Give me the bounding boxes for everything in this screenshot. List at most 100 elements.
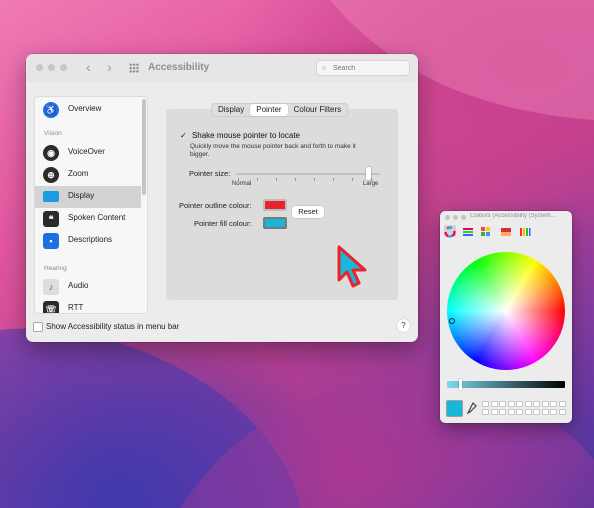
saved-colour-cell[interactable]	[507, 409, 515, 415]
saved-colour-cell[interactable]	[533, 409, 540, 415]
slider-tick	[314, 178, 315, 181]
minimize-window-button[interactable]	[453, 215, 458, 220]
saved-colour-cell[interactable]	[533, 401, 540, 407]
saved-colour-cell[interactable]	[550, 409, 557, 415]
minimize-window-button[interactable]	[48, 64, 55, 71]
close-window-button[interactable]	[445, 215, 450, 220]
pencils-icon[interactable]	[519, 225, 531, 237]
colour-wheel-selector[interactable]	[449, 318, 455, 324]
slider-tick	[352, 178, 353, 181]
saved-colour-cell[interactable]	[558, 409, 566, 415]
section-header-vision: Vision	[44, 130, 62, 137]
back-button[interactable]: ‹	[86, 59, 91, 75]
help-button[interactable]: ?	[397, 319, 410, 332]
slider-tick	[276, 178, 277, 181]
reset-button[interactable]: Reset	[292, 206, 324, 218]
slider-tick	[295, 178, 296, 181]
eyedropper-icon[interactable]	[467, 402, 477, 414]
sidebar-item-label: RTT	[68, 303, 84, 312]
sidebar-item-rtt[interactable]: ☏ RTT	[35, 298, 141, 313]
forward-button[interactable]: ›	[107, 59, 112, 75]
tab-display[interactable]: Display	[212, 104, 250, 116]
brightness-slider-knob[interactable]	[458, 379, 462, 390]
saved-colour-cell[interactable]	[490, 401, 498, 407]
shake-pointer-checkbox[interactable]: ✓ Shake mouse pointer to locate	[180, 131, 300, 140]
slider-tick	[257, 178, 258, 181]
sidebar-item-label: Descriptions	[68, 235, 113, 244]
saved-colour-cell[interactable]	[541, 409, 549, 415]
tab-colour-filters[interactable]: Colour Filters	[288, 104, 348, 116]
pointer-size-slider[interactable]	[236, 173, 380, 175]
colour-wheel[interactable]	[447, 252, 565, 370]
show-all-grid-icon[interactable]	[129, 63, 139, 73]
zoom-window-button[interactable]	[461, 215, 466, 220]
title-bar: ‹ › Accessibility ⌕	[26, 54, 418, 82]
search-input[interactable]	[333, 62, 403, 74]
colours-window-title: Colours (Accessibility (System...	[470, 213, 556, 219]
sidebar-item-audio[interactable]: ♪ Audio	[35, 276, 141, 298]
current-colour-well[interactable]	[446, 400, 463, 417]
zoom-icon: ⊕	[43, 167, 59, 183]
saved-colour-cell[interactable]	[516, 401, 523, 407]
status-menu-label: Show Accessibility status in menu bar	[46, 322, 180, 331]
accessibility-window: ‹ › Accessibility ⌕ ♿ Overview Vision ◉ …	[26, 54, 418, 342]
audio-icon: ♪	[43, 279, 59, 295]
pointer-size-slider-knob[interactable]	[365, 167, 371, 180]
saved-colour-cell[interactable]	[482, 401, 489, 407]
sidebar-item-label: Audio	[68, 281, 89, 290]
close-window-button[interactable]	[36, 64, 43, 71]
saved-colour-cell[interactable]	[550, 401, 557, 407]
sidebar-item-voiceover[interactable]: ◉ VoiceOver	[35, 142, 141, 164]
saved-colour-cell[interactable]	[558, 401, 566, 407]
search-field[interactable]: ⌕	[316, 60, 410, 76]
palettes-icon[interactable]	[480, 225, 492, 237]
saved-colour-cell[interactable]	[516, 409, 523, 415]
zoom-window-button[interactable]	[60, 64, 67, 71]
saved-colour-cell[interactable]	[507, 401, 515, 407]
shake-pointer-description: Quickly move the mouse pointer back and …	[190, 143, 356, 158]
sidebar-item-label: Overview	[68, 104, 102, 113]
colour-wheel-icon[interactable]	[444, 225, 456, 238]
saved-colour-cell[interactable]	[541, 401, 549, 407]
image-palettes-icon[interactable]	[500, 225, 512, 237]
sidebar-item-label: Spoken Content	[68, 213, 126, 222]
brightness-slider[interactable]	[447, 381, 565, 388]
fill-colour-label: Pointer fill colour:	[194, 219, 252, 228]
descriptions-icon: ▪	[43, 233, 59, 249]
saved-colour-cell[interactable]	[499, 401, 506, 407]
sidebar-item-label: Display	[68, 191, 95, 200]
colours-window: Colours (Accessibility (System...	[440, 211, 572, 423]
sidebar-item-spoken-content[interactable]: ❝ Spoken Content	[35, 208, 141, 230]
display-icon	[43, 191, 59, 202]
saved-colour-cell[interactable]	[490, 409, 498, 415]
status-menu-checkbox[interactable]	[33, 322, 43, 332]
saved-colour-cell[interactable]	[524, 401, 532, 407]
sidebar-scrollbar[interactable]	[142, 99, 146, 195]
slider-max-label: Large	[363, 181, 379, 187]
outline-colour-well[interactable]	[263, 199, 287, 211]
sidebar-item-zoom[interactable]: ⊕ Zoom	[35, 164, 141, 186]
sidebar-item-descriptions[interactable]: ▪ Descriptions	[35, 230, 141, 252]
outline-colour-label: Pointer outline colour:	[179, 201, 252, 210]
saved-colour-cell[interactable]	[499, 409, 506, 415]
shake-pointer-label: Shake mouse pointer to locate	[191, 131, 301, 140]
tab-pointer[interactable]: Pointer	[250, 104, 288, 116]
mouse-pointer-icon	[337, 245, 367, 288]
sidebar-item-label: VoiceOver	[68, 147, 105, 156]
sidebar: ♿ Overview Vision ◉ VoiceOver ⊕ Zoom Dis…	[34, 96, 148, 314]
saved-colour-cell[interactable]	[524, 409, 532, 415]
sidebar-item-label: Zoom	[68, 169, 89, 178]
sidebar-item-overview[interactable]: ♿ Overview	[35, 99, 141, 121]
saved-colour-cell[interactable]	[482, 409, 489, 415]
spoken-content-icon: ❝	[43, 211, 59, 227]
checkmark-icon: ✓	[180, 131, 187, 140]
accessibility-icon: ♿	[43, 102, 59, 118]
sliders-icon[interactable]	[462, 225, 474, 237]
voiceover-icon: ◉	[43, 145, 59, 161]
pointer-size-label: Pointer size:	[189, 169, 231, 178]
tab-bar: Display Pointer Colour Filters	[211, 103, 349, 117]
fill-colour-well[interactable]	[263, 217, 287, 229]
sidebar-item-display[interactable]: Display	[35, 186, 141, 208]
section-header-hearing: Hearing	[44, 265, 67, 272]
slider-tick	[333, 178, 334, 181]
